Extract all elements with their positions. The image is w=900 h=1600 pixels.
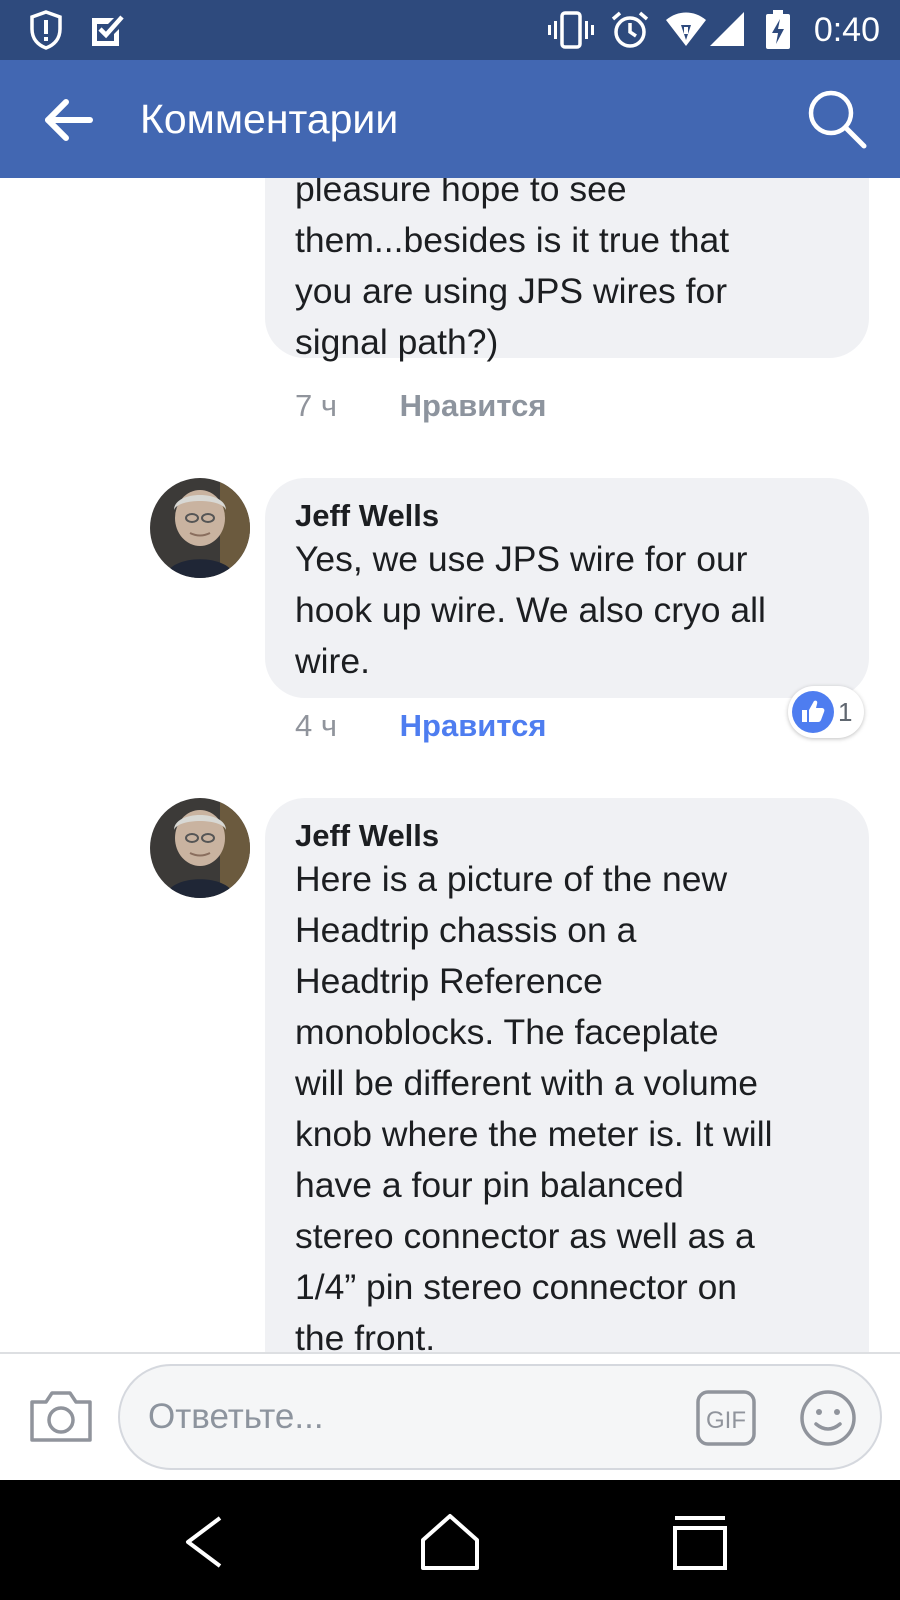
- nav-recents-icon: [673, 1516, 727, 1570]
- search-button[interactable]: [804, 86, 870, 152]
- reply-placeholder: Ответьте...: [148, 1397, 324, 1436]
- app-header: Комментарии: [0, 60, 900, 178]
- comments-feed[interactable]: pleasure hope to see them...besides is i…: [0, 178, 900, 1352]
- checkbox-icon: [88, 10, 124, 55]
- system-nav-bar: [0, 1480, 900, 1600]
- status-bar: 0:40: [0, 0, 900, 60]
- reply-composer: Ответьте... GIF: [0, 1352, 900, 1480]
- comment-bubble: Jeff Wells Here is a picture of the new …: [265, 798, 869, 1352]
- comment-text: Here is a picture of the new Headtrip ch…: [295, 859, 773, 1352]
- shield-alert-icon: [28, 10, 64, 55]
- thumbs-up-icon: [792, 691, 834, 733]
- comment-text: Yes, we use JPS wire for our hook up wir…: [295, 539, 766, 681]
- search-icon: [808, 90, 867, 149]
- signal-icon: [708, 10, 748, 55]
- emoji-button[interactable]: [798, 1388, 858, 1448]
- comment-meta: 7 ч Нравится: [295, 386, 546, 426]
- back-button[interactable]: [38, 90, 98, 150]
- comment-author[interactable]: Jeff Wells: [295, 798, 839, 854]
- battery-charging-icon: [764, 10, 792, 55]
- comment-author[interactable]: Jeff Wells: [295, 478, 839, 534]
- like-button[interactable]: Нравится: [400, 708, 547, 743]
- comment-bubble: Jeff Wells Yes, we use JPS wire for our …: [265, 478, 869, 698]
- camera-button[interactable]: [28, 1388, 94, 1444]
- avatar[interactable]: [150, 798, 250, 898]
- smiley-icon: [800, 1390, 856, 1446]
- comment-time: 7 ч: [295, 388, 338, 423]
- status-time: 0:40: [813, 11, 880, 49]
- nav-home-button[interactable]: [415, 1510, 485, 1574]
- vibrate-icon: [548, 10, 594, 55]
- gif-button[interactable]: GIF: [696, 1390, 756, 1446]
- comment-bubble: pleasure hope to see them...besides is i…: [265, 178, 869, 362]
- arrow-left-icon: [45, 99, 93, 141]
- comment-meta: 4 ч Нравится: [295, 706, 546, 746]
- page-title: Комментарии: [140, 96, 399, 142]
- camera-icon: [30, 1391, 92, 1442]
- avatar[interactable]: [150, 478, 250, 578]
- comment-text: pleasure hope to see them...besides is i…: [295, 178, 730, 362]
- alarm-icon: [610, 10, 650, 55]
- reaction-count: 1: [838, 697, 853, 727]
- reply-input[interactable]: Ответьте... GIF: [118, 1364, 882, 1470]
- reaction-badge[interactable]: 1: [788, 686, 864, 738]
- like-button[interactable]: Нравится: [400, 388, 547, 423]
- nav-back-icon: [186, 1516, 222, 1568]
- wifi-icon: [664, 10, 708, 55]
- nav-back-button[interactable]: [170, 1510, 240, 1574]
- comment-time: 4 ч: [295, 708, 338, 743]
- nav-recents-button[interactable]: [665, 1510, 735, 1574]
- gif-label: GIF: [706, 1407, 746, 1434]
- nav-home-icon: [421, 1514, 479, 1570]
